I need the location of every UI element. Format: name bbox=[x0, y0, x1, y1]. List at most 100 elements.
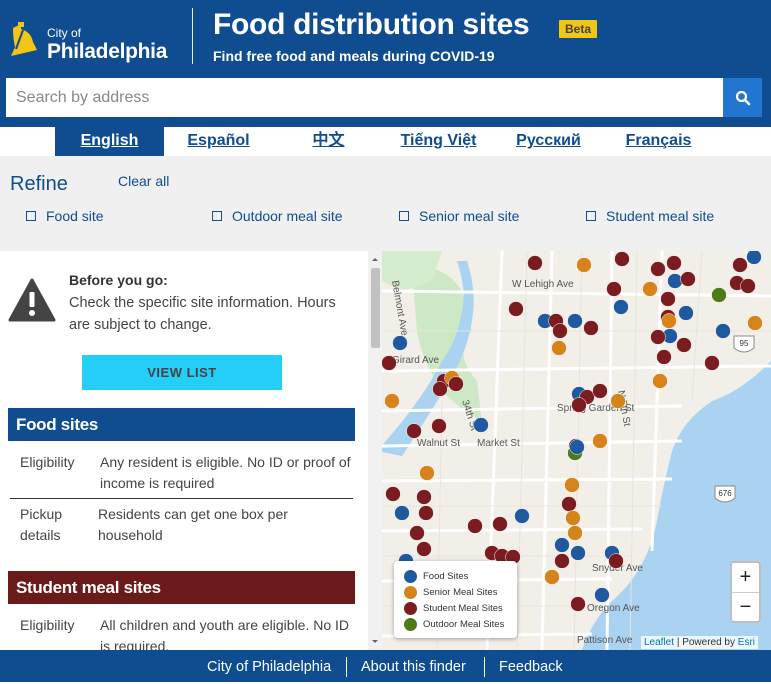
filter-student-meal-site[interactable]: Student meal site bbox=[586, 208, 714, 224]
site-marker[interactable] bbox=[570, 596, 586, 612]
checkbox[interactable] bbox=[26, 211, 36, 221]
checkbox[interactable] bbox=[212, 211, 222, 221]
scroll-down-arrow-icon[interactable] bbox=[368, 635, 382, 649]
footer-link-about[interactable]: About this finder bbox=[361, 650, 466, 682]
site-marker[interactable] bbox=[583, 320, 599, 336]
filter-senior-meal-site[interactable]: Senior meal site bbox=[399, 208, 519, 224]
street-label: Girard Ave bbox=[392, 355, 439, 366]
site-marker[interactable] bbox=[667, 273, 683, 289]
scrollbar-thumb[interactable] bbox=[371, 268, 380, 348]
view-list-button[interactable]: VIEW LIST bbox=[82, 355, 282, 390]
scroll-up-arrow-icon[interactable] bbox=[368, 252, 382, 266]
site-marker[interactable] bbox=[508, 301, 524, 317]
site-marker[interactable] bbox=[418, 505, 434, 521]
site-marker[interactable] bbox=[715, 323, 731, 339]
site-marker[interactable] bbox=[382, 355, 397, 371]
site-marker[interactable] bbox=[592, 383, 608, 399]
site-marker[interactable] bbox=[551, 340, 567, 356]
site-marker[interactable] bbox=[394, 505, 410, 521]
filter-outdoor-meal-site[interactable]: Outdoor meal site bbox=[212, 208, 343, 224]
site-marker[interactable] bbox=[564, 477, 580, 493]
map-attribution: Leaflet | Powered by Esri bbox=[641, 636, 759, 649]
site-marker[interactable] bbox=[554, 553, 570, 569]
site-marker[interactable] bbox=[732, 257, 748, 273]
esri-link[interactable]: Esri bbox=[738, 637, 755, 648]
site-marker[interactable] bbox=[680, 271, 696, 287]
site-marker[interactable] bbox=[650, 329, 666, 345]
zoom-out-button[interactable]: − bbox=[732, 593, 759, 622]
site-marker[interactable] bbox=[661, 313, 677, 329]
leaflet-link[interactable]: Leaflet bbox=[644, 637, 674, 648]
site-marker[interactable] bbox=[606, 281, 622, 297]
lang-chinese[interactable]: 中文 bbox=[274, 127, 383, 156]
site-marker[interactable] bbox=[569, 439, 585, 455]
site-marker[interactable] bbox=[527, 255, 543, 271]
site-marker[interactable] bbox=[594, 587, 610, 603]
site-marker[interactable] bbox=[544, 569, 560, 585]
site-marker[interactable] bbox=[565, 510, 581, 526]
site-marker[interactable] bbox=[740, 278, 756, 294]
site-marker[interactable] bbox=[419, 465, 435, 481]
row-label-eligibility: Eligibility bbox=[20, 617, 75, 633]
info-panel[interactable]: Before you go: Check the specific site i… bbox=[0, 251, 368, 650]
site-marker[interactable] bbox=[432, 381, 448, 397]
site-marker[interactable] bbox=[385, 486, 401, 502]
search-button[interactable] bbox=[723, 78, 762, 117]
search-input[interactable] bbox=[6, 78, 723, 117]
site-marker[interactable] bbox=[473, 417, 489, 433]
site-marker[interactable] bbox=[747, 315, 763, 331]
search-icon bbox=[735, 90, 750, 105]
site-marker[interactable] bbox=[746, 251, 762, 265]
site-marker[interactable] bbox=[552, 323, 568, 339]
lang-french[interactable]: Français bbox=[604, 127, 713, 156]
checkbox[interactable] bbox=[586, 211, 596, 221]
site-marker[interactable] bbox=[613, 299, 629, 315]
site-marker[interactable] bbox=[416, 541, 432, 557]
site-marker[interactable] bbox=[660, 291, 676, 307]
site-marker[interactable] bbox=[650, 261, 666, 277]
site-marker[interactable] bbox=[567, 525, 583, 541]
site-marker[interactable] bbox=[608, 553, 624, 569]
site-marker[interactable] bbox=[642, 281, 658, 297]
site-marker[interactable] bbox=[567, 313, 583, 329]
site-marker[interactable] bbox=[514, 508, 530, 524]
lang-vietnamese[interactable]: Tiếng Việt bbox=[384, 127, 493, 156]
site-marker[interactable] bbox=[576, 257, 592, 273]
site-marker[interactable] bbox=[416, 489, 432, 505]
site-marker[interactable] bbox=[666, 255, 682, 271]
site-marker[interactable] bbox=[571, 397, 587, 413]
site-marker[interactable] bbox=[614, 251, 630, 267]
street-label: W Lehigh Ave bbox=[512, 279, 574, 290]
filter-food-site[interactable]: Food site bbox=[26, 208, 104, 224]
site-marker[interactable] bbox=[711, 287, 727, 303]
site-marker[interactable] bbox=[656, 349, 672, 365]
site-marker[interactable] bbox=[652, 373, 668, 389]
lang-russian[interactable]: Русский bbox=[494, 127, 603, 156]
city-logo[interactable]: City of Philadelphia bbox=[7, 14, 177, 64]
site-marker[interactable] bbox=[384, 393, 400, 409]
site-marker[interactable] bbox=[554, 537, 570, 553]
site-marker[interactable] bbox=[678, 305, 694, 321]
site-marker[interactable] bbox=[409, 525, 425, 541]
site-marker[interactable] bbox=[704, 355, 720, 371]
lang-english[interactable]: English bbox=[55, 127, 164, 156]
site-marker[interactable] bbox=[561, 496, 577, 512]
site-marker[interactable] bbox=[392, 335, 408, 351]
lang-espanol[interactable]: Español bbox=[164, 127, 273, 156]
site-marker[interactable] bbox=[570, 545, 586, 561]
footer-link-city[interactable]: City of Philadelphia bbox=[207, 650, 331, 682]
site-marker[interactable] bbox=[592, 433, 608, 449]
site-marker[interactable] bbox=[467, 518, 483, 534]
site-marker[interactable] bbox=[492, 516, 508, 532]
site-marker[interactable] bbox=[431, 418, 447, 434]
zoom-in-button[interactable]: + bbox=[732, 563, 759, 593]
clear-all-link[interactable]: Clear all bbox=[118, 173, 169, 189]
site-marker[interactable] bbox=[406, 423, 422, 439]
footer-link-feedback[interactable]: Feedback bbox=[499, 650, 563, 682]
highway-shield-label: 676 bbox=[718, 489, 732, 498]
site-marker[interactable] bbox=[448, 376, 464, 392]
site-marker[interactable] bbox=[676, 337, 692, 353]
beta-badge: Beta bbox=[559, 20, 598, 38]
site-marker[interactable] bbox=[610, 393, 626, 409]
checkbox[interactable] bbox=[399, 211, 409, 221]
